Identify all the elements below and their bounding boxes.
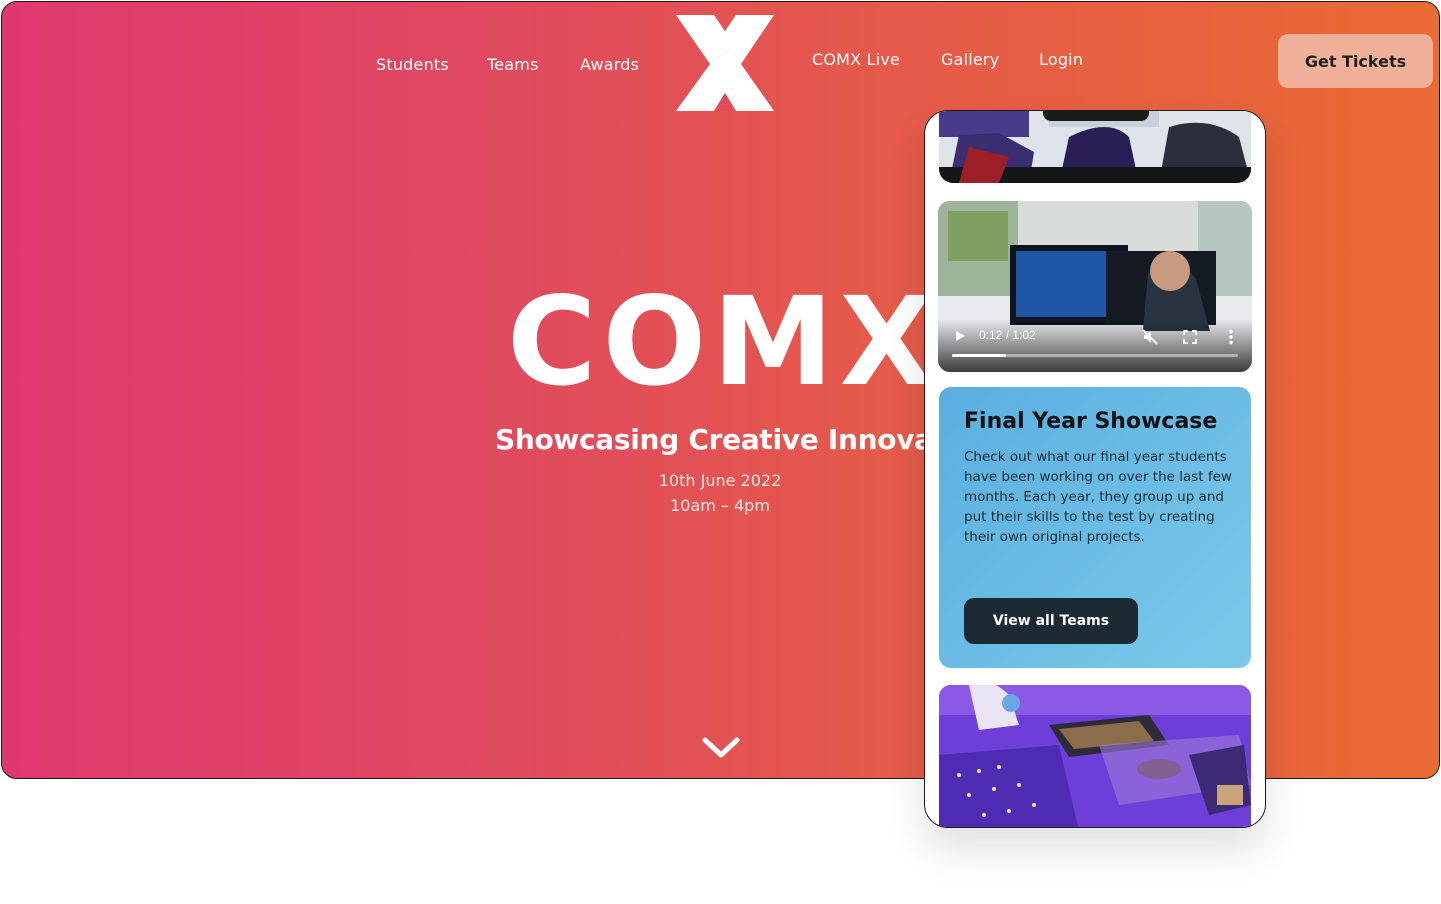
comx-wordmark: COMX <box>507 288 940 390</box>
more-vertical-icon[interactable] <box>1228 329 1234 345</box>
nav-link-comx-live[interactable]: COMX Live <box>812 50 900 69</box>
nav-link-students[interactable]: Students <box>376 55 449 74</box>
fullscreen-icon[interactable] <box>1183 330 1197 344</box>
nav-link-gallery[interactable]: Gallery <box>941 50 999 69</box>
nav-link-login[interactable]: Login <box>1039 50 1083 69</box>
video-time: 0:12 / 1:02 <box>979 328 1036 342</box>
card-description: Check out what our final year students h… <box>964 449 1232 545</box>
event-time: 10am – 4pm <box>670 496 770 515</box>
hero-subtitle: Showcasing Creative Innovation <box>495 423 994 456</box>
video-progress-fill <box>952 354 1007 357</box>
video-controls: 0:12 / 1:02 <box>938 318 1252 372</box>
game-screenshot <box>939 685 1251 827</box>
final-year-showcase-card: Final Year Showcase Check out what our f… <box>939 387 1251 668</box>
comx-x-logo-icon[interactable] <box>674 15 776 113</box>
muted-speaker-icon[interactable] <box>1142 329 1158 345</box>
video-player[interactable]: 0:12 / 1:02 <box>938 201 1252 372</box>
event-date: 10th June 2022 <box>658 471 782 490</box>
video-progress-track[interactable] <box>952 354 1238 357</box>
play-icon[interactable] <box>954 330 966 342</box>
card-title: Final Year Showcase <box>964 409 1218 434</box>
get-tickets-button[interactable]: Get Tickets <box>1278 34 1433 88</box>
nav-link-awards[interactable]: Awards <box>580 55 639 74</box>
mobile-preview: 0:12 / 1:02 Final Year Showcase Check ou… <box>924 110 1266 828</box>
nav-link-teams[interactable]: Teams <box>487 55 539 74</box>
phone-notch <box>1043 111 1149 121</box>
view-all-teams-button[interactable]: View all Teams <box>964 598 1138 644</box>
wordmark-text: COMX <box>507 288 940 390</box>
chevron-down-icon[interactable] <box>701 735 741 761</box>
